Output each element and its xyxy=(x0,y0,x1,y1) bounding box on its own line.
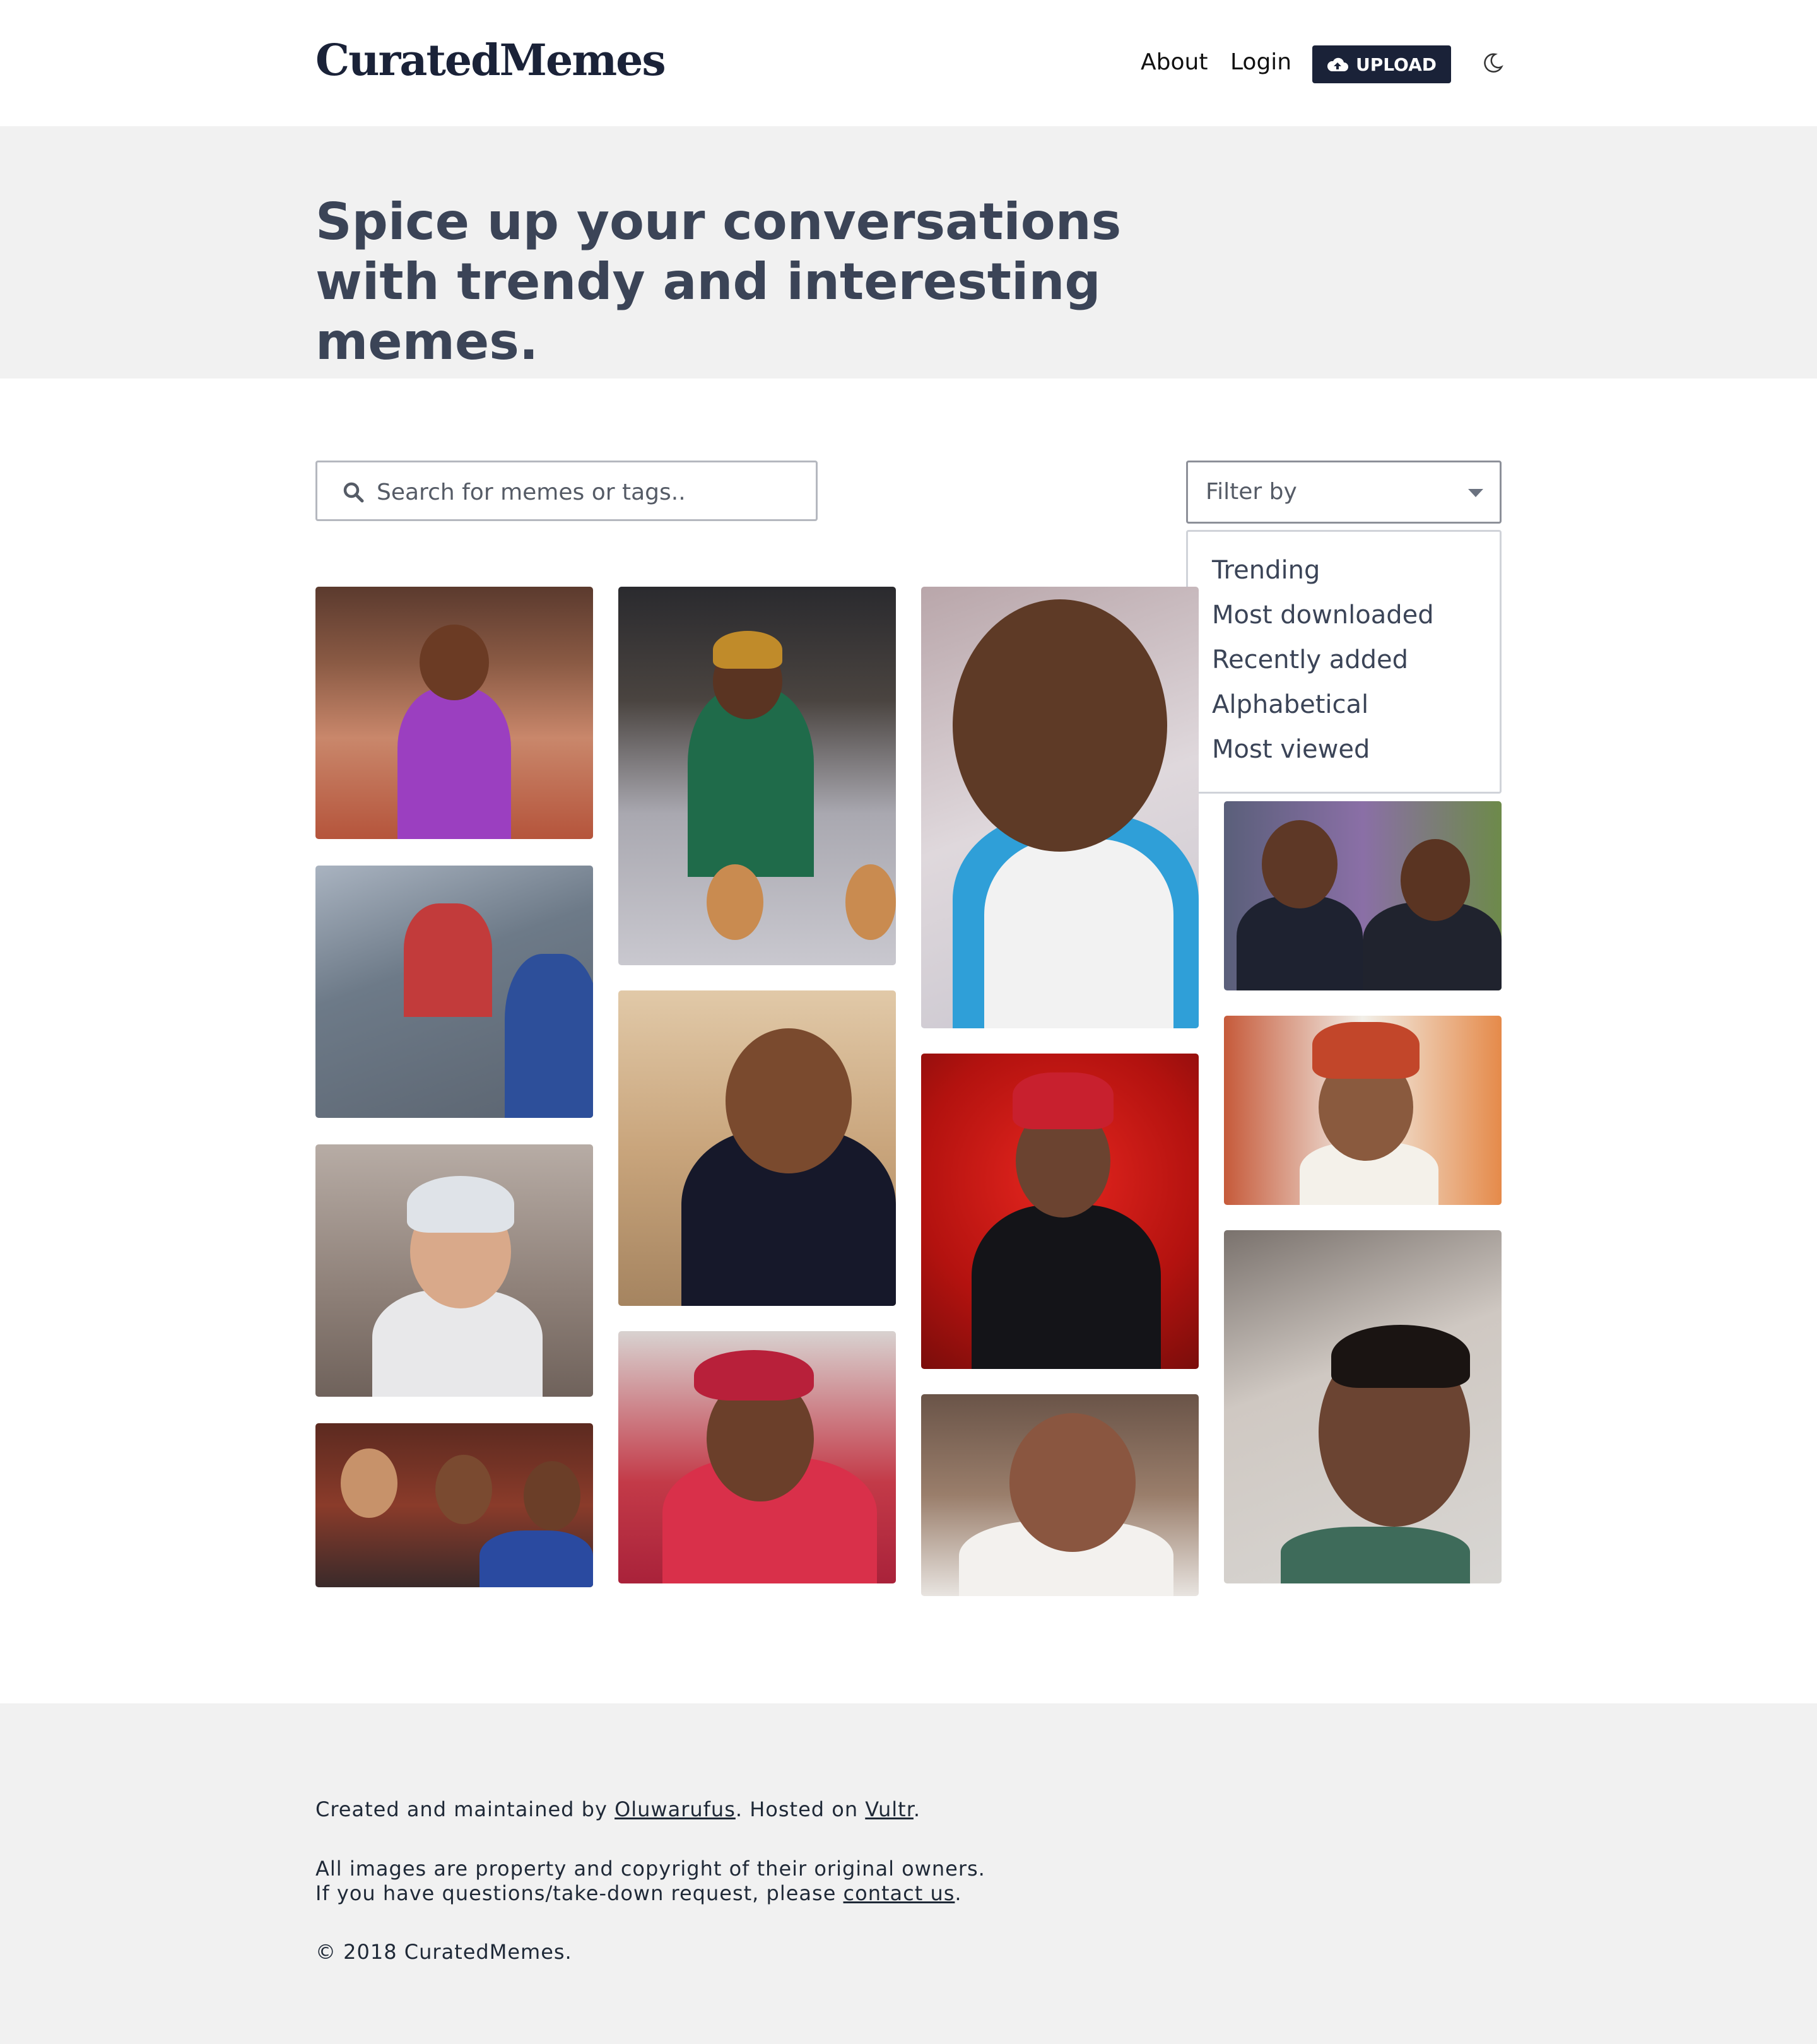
site-header: CuratedMemes About Login UPLOAD xyxy=(0,0,1817,126)
footer-rights-prefix: If you have questions/take-down request,… xyxy=(315,1881,844,1905)
meme-image[interactable] xyxy=(618,587,896,965)
filter-option-recently-added[interactable]: Recently added xyxy=(1188,638,1500,683)
meme-image[interactable] xyxy=(921,1054,1199,1369)
filter-option-trending[interactable]: Trending xyxy=(1188,548,1500,593)
footer-rights-line1: All images are property and copyright of… xyxy=(315,1857,985,1881)
meme-image[interactable] xyxy=(1224,801,1502,990)
search-icon xyxy=(343,482,364,503)
filter-select[interactable]: Filter by xyxy=(1186,461,1502,524)
footer-credit-suffix: . xyxy=(913,1797,921,1821)
upload-button-label: UPLOAD xyxy=(1355,54,1437,75)
moon-icon[interactable] xyxy=(1481,52,1504,74)
footer-copyright: © 2018 CuratedMemes. xyxy=(315,1940,572,1964)
filter-dropdown-menu: Trending Most downloaded Recently added … xyxy=(1186,530,1502,794)
filter-option-most-viewed[interactable]: Most viewed xyxy=(1188,727,1500,772)
filter-option-most-downloaded[interactable]: Most downloaded xyxy=(1188,593,1500,638)
contact-link[interactable]: contact us xyxy=(844,1881,955,1905)
host-link[interactable]: Vultr xyxy=(865,1797,914,1821)
author-link[interactable]: Oluwarufus xyxy=(614,1797,736,1821)
search-input[interactable] xyxy=(375,476,807,508)
meme-image[interactable] xyxy=(315,866,593,1118)
meme-image[interactable] xyxy=(1224,1016,1502,1205)
meme-image[interactable] xyxy=(315,1423,593,1587)
meme-image[interactable] xyxy=(921,587,1199,1028)
hero-banner: Spice up your conversations with trendy … xyxy=(0,126,1817,379)
hero-title: Spice up your conversations with trendy … xyxy=(315,192,1122,371)
caret-down-icon xyxy=(1468,489,1483,497)
meme-image[interactable] xyxy=(618,1331,896,1583)
meme-image[interactable] xyxy=(618,990,896,1306)
meme-image[interactable] xyxy=(1224,1230,1502,1583)
footer-credit-mid: . Hosted on xyxy=(735,1797,866,1821)
nav-login-link[interactable]: Login xyxy=(1230,49,1291,75)
site-logo[interactable]: CuratedMemes xyxy=(315,35,666,86)
filter-label: Filter by xyxy=(1206,479,1297,505)
site-footer: Created and maintained by Oluwarufus. Ho… xyxy=(0,1703,1817,2044)
footer-credit-prefix: Created and maintained by xyxy=(315,1797,615,1821)
meme-image[interactable] xyxy=(315,1144,593,1397)
nav-about-link[interactable]: About xyxy=(1141,49,1208,75)
filter-option-alphabetical[interactable]: Alphabetical xyxy=(1188,683,1500,727)
meme-image[interactable] xyxy=(315,587,593,839)
footer-rights-line2: If you have questions/take-down request,… xyxy=(315,1881,962,1906)
footer-credit: Created and maintained by Oluwarufus. Ho… xyxy=(315,1797,920,1822)
upload-button[interactable]: UPLOAD xyxy=(1312,45,1451,83)
footer-rights-suffix: . xyxy=(955,1881,962,1905)
search-box[interactable] xyxy=(315,461,818,521)
meme-image[interactable] xyxy=(921,1394,1199,1596)
cloud-upload-icon xyxy=(1327,57,1348,71)
